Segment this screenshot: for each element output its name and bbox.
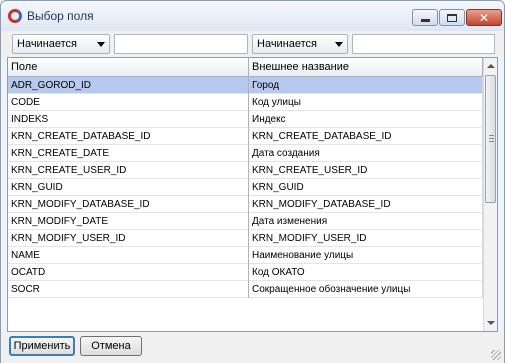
table-row[interactable]: CODE Код улицы [8,94,483,111]
grid-rows: ADR_GOROD_ID Город CODE Код улицы INDEKS Инде… [8,77,483,298]
filter-bar: Начинается Начинается [1,31,504,57]
cell-external-name: Город [252,80,280,91]
column-header-external-name[interactable]: Внешнее название [252,61,349,73]
cell-external-name: Дата создания [252,148,320,159]
cell-field: KRN_MODIFY_USER_ID [11,233,126,244]
table-row[interactable]: SOCR Сокращенное обозначение улицы [8,281,483,298]
scroll-up-icon[interactable] [487,64,495,68]
cell-field: KRN_MODIFY_DATE [11,216,109,227]
table-row[interactable]: KRN_MODIFY_USER_ID KRN_MODIFY_USER_ID [8,230,483,247]
cell-external-name: Код улицы [252,97,301,108]
vertical-scrollbar[interactable] [483,58,497,331]
grip-line [489,141,494,142]
cancel-button[interactable]: Отмена [80,336,142,356]
cell-divider [248,111,249,128]
cell-divider [248,179,249,196]
name-filter-mode-value: Начинается [257,38,318,50]
table-row[interactable]: NAME Наименование улицы [8,247,483,264]
fields-grid: Поле Внешнее название ADR_GOROD_ID Город C… [7,57,498,332]
grid-header: Поле Внешнее название [8,58,483,77]
cell-divider [248,264,249,281]
cell-external-name: Дата изменения [252,216,328,227]
chevron-down-icon [97,42,105,47]
cell-field: KRN_GUID [11,182,63,193]
cell-external-name: KRN_MODIFY_USER_ID [252,233,367,244]
cell-divider [248,213,249,230]
table-row[interactable]: ADR_GOROD_ID Город [8,77,483,94]
cell-external-name: Наименование улицы [252,250,354,261]
field-filter-input[interactable] [114,34,248,54]
apply-button[interactable]: Применить [9,336,75,356]
column-header-field[interactable]: Поле [11,61,37,73]
table-row[interactable]: KRN_CREATE_DATABASE_ID KRN_CREATE_DATABAS… [8,128,483,145]
cell-divider [248,230,249,247]
cell-external-name: Сокращенное обозначение улицы [252,284,411,295]
cell-external-name: KRN_MODIFY_DATABASE_ID [252,199,391,210]
cell-field: SOCR [11,284,40,295]
cell-divider [248,94,249,111]
cell-external-name: KRN_CREATE_DATABASE_ID [252,131,392,142]
cell-field: KRN_CREATE_USER_ID [11,165,127,176]
cell-field: KRN_CREATE_DATE [11,148,109,159]
cell-field: INDEKS [11,114,49,125]
cell-divider [248,281,249,298]
field-filter-mode-value: Начинается [17,38,78,50]
cell-external-name: KRN_GUID [252,182,304,193]
window-title: Выбор поля [27,9,94,23]
cell-field: OCATD [11,267,46,278]
cell-field: CODE [11,97,40,108]
name-filter-input[interactable] [352,34,495,54]
grip-line [489,135,494,136]
close-icon: ✕ [478,10,490,25]
cell-field: NAME [11,250,40,261]
scroll-thumb[interactable] [485,75,496,203]
name-filter-mode-dropdown[interactable]: Начинается [252,34,348,54]
table-row[interactable]: KRN_CREATE_DATE Дата создания [8,145,483,162]
resize-grip-icon[interactable] [491,350,501,360]
title-bar[interactable]: Выбор поля ✕ [1,1,504,31]
app-logo-icon [8,9,22,23]
cell-field: KRN_CREATE_DATABASE_ID [11,131,151,142]
cell-field: KRN_MODIFY_DATABASE_ID [11,199,150,210]
field-filter-mode-dropdown[interactable]: Начинается [12,34,110,54]
cell-divider [248,162,249,179]
table-row[interactable]: KRN_CREATE_USER_ID KRN_CREATE_USER_ID [8,162,483,179]
scroll-down-icon[interactable] [487,321,495,325]
field-selection-dialog: Выбор поля ✕ Начинается Начинается Поле … [0,0,505,363]
cell-divider [248,77,249,94]
cell-divider [248,128,249,145]
column-divider[interactable] [248,58,249,77]
cell-external-name: Код ОКАТО [252,267,305,278]
cell-divider [248,145,249,162]
table-row[interactable]: KRN_MODIFY_DATE Дата изменения [8,213,483,230]
table-row[interactable]: KRN_GUID KRN_GUID [8,179,483,196]
cell-external-name: KRN_CREATE_USER_ID [252,165,368,176]
table-row[interactable]: KRN_MODIFY_DATABASE_ID KRN_MODIFY_DATABAS… [8,196,483,213]
cell-divider [248,247,249,264]
minimize-icon [420,18,430,22]
grip-line [489,138,494,139]
table-row[interactable]: OCATD Код ОКАТО [8,264,483,281]
table-row[interactable]: INDEKS Индекс [8,111,483,128]
maximize-button[interactable] [439,9,465,26]
maximize-icon [447,13,457,22]
minimize-button[interactable] [412,9,438,26]
close-button[interactable]: ✕ [466,9,502,26]
dialog-footer: Применить Отмена [1,332,504,363]
cell-field: ADR_GOROD_ID [11,80,92,91]
cell-external-name: Индекс [252,114,286,125]
chevron-down-icon [335,42,343,47]
cell-divider [248,196,249,213]
